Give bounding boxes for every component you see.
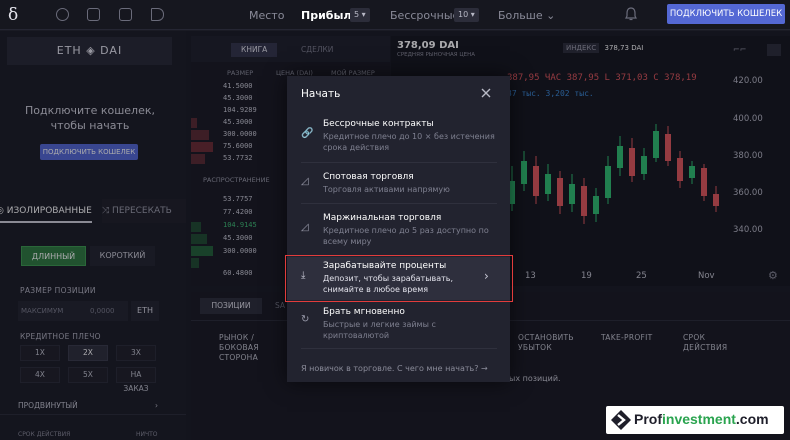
highlight-frame (285, 255, 513, 302)
menu-item-margin[interactable]: ◿ Маржинальная торговля Кредитное плечо … (287, 210, 510, 250)
watermark: Profinvestment.com (606, 406, 784, 434)
beginner-link[interactable]: Я новичок в торговле. С чего мне начать?… (301, 364, 488, 373)
modal-title: Начать (301, 88, 341, 100)
watermark-suffix: .com (735, 411, 769, 427)
help-icon[interactable] (56, 8, 69, 21)
divider (301, 203, 497, 204)
menu-item-title: Маржинальная торговля (323, 213, 442, 223)
menu-item-perpetual[interactable]: 🔗 Бессрочные контракты Кредитное плечо д… (287, 116, 510, 161)
link-icon: 🔗 (301, 128, 314, 139)
watermark-logo-icon (611, 410, 631, 430)
menu-item-desc: Быстрые и легкие займы с криптовалютой (323, 320, 436, 340)
watermark-text: Profinvestment.com (634, 411, 769, 427)
top-bar: δ Место Прибыль 5 ▾ Бессрочные 10 ▾ Боль… (0, 0, 790, 30)
divider (301, 348, 497, 349)
megaphone-icon[interactable] (151, 8, 164, 21)
connect-wallet-button[interactable]: ПОДКЛЮЧИТЬ КОШЕЛЕК (667, 4, 785, 24)
menu-item-borrow[interactable]: ↻ Брать мгновенно Быстрые и легкие займы… (287, 304, 510, 344)
divider (301, 162, 497, 163)
chat-icon[interactable] (119, 8, 132, 21)
menu-item-desc: Торговля активами напрямую (323, 185, 450, 194)
watermark-prefix: Prof (634, 411, 662, 427)
menu-item-title: Бессрочные контракты (323, 119, 434, 129)
app-logo[interactable]: δ (8, 5, 18, 25)
nav-margin-badge[interactable]: 5 ▾ (350, 8, 370, 22)
refresh-icon: ↻ (301, 314, 310, 325)
menu-item-title: Брать мгновенно (323, 307, 405, 317)
terminal-icon[interactable] (87, 8, 100, 21)
margin-icon: ◿ (301, 222, 309, 233)
watermark-accent: investment (662, 411, 736, 427)
get-started-modal: Начать 🔗 Бессрочные контракты Кредитное … (287, 76, 510, 382)
menu-item-desc: Кредитное плечо до 10 × без истечения ср… (323, 132, 495, 152)
nav-spot[interactable]: Место (249, 9, 284, 22)
bell-icon[interactable] (625, 7, 637, 21)
nav-perpetual[interactable]: Бессрочные (390, 9, 459, 22)
nav-more[interactable]: Больше ⌄ (498, 9, 555, 22)
menu-item-desc: Кредитное плечо до 5 раз доступно по все… (323, 226, 489, 246)
menu-item-title: Спотовая торговля (323, 172, 414, 182)
nav-perpetual-badge[interactable]: 10 ▾ (454, 8, 479, 22)
menu-item-spot[interactable]: ◿ Спотовая торговля Торговля активами на… (287, 168, 510, 198)
close-icon[interactable] (479, 86, 493, 100)
spot-icon: ◿ (301, 176, 309, 187)
